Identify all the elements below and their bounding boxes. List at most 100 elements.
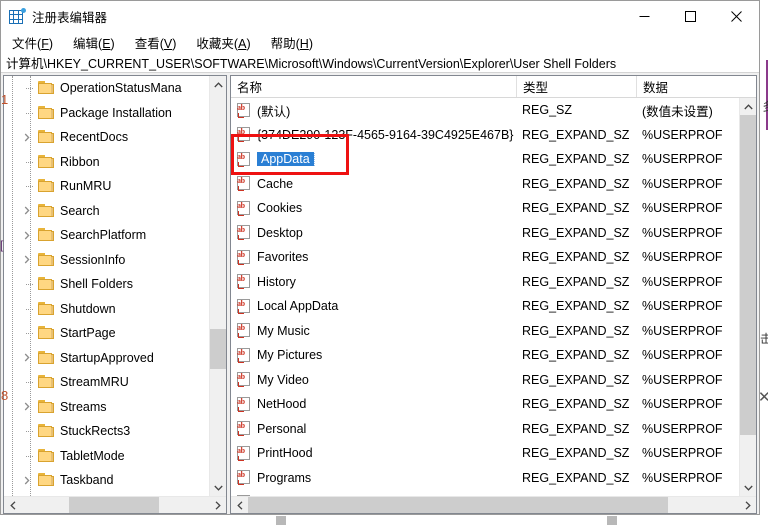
table-row[interactable]: ab{374DE290-123F-4565-9164-39C4925E467B}… <box>231 123 739 148</box>
tree-vertical-scrollbar[interactable] <box>209 76 226 496</box>
table-row[interactable]: abMy PicturesREG_EXPAND_SZ%USERPROF <box>231 343 739 368</box>
cell-value-data: %USERPROF <box>642 373 739 387</box>
tree-hscroll-track[interactable] <box>21 497 209 513</box>
address-bar[interactable]: 计算机\HKEY_CURRENT_USER\SOFTWARE\Microsoft… <box>1 53 759 73</box>
table-row[interactable]: abPersonalREG_EXPAND_SZ%USERPROF <box>231 417 739 442</box>
column-header-data[interactable]: 数据 <box>637 76 756 97</box>
tree-item-label: Search <box>60 205 100 218</box>
tree-connector-line <box>26 88 33 89</box>
tree-item-startupapproved[interactable]: StartupApproved <box>4 346 209 371</box>
chevron-right-icon[interactable] <box>22 206 32 216</box>
list-scroll-down-icon[interactable] <box>740 479 756 496</box>
tree-item-label: Shutdown <box>60 303 116 316</box>
tree-list[interactable]: OperationStatusManaPackage InstallationR… <box>4 76 209 496</box>
tree-scroll-down-icon[interactable] <box>210 479 226 496</box>
cell-value-type: REG_EXPAND_SZ <box>522 373 642 387</box>
string-value-icon: ab <box>237 152 252 167</box>
string-value-icon: ab <box>237 470 252 485</box>
tree-hscroll-thumb[interactable] <box>69 497 159 513</box>
menu-item-help[interactable]: 帮助(H) <box>268 31 322 54</box>
tree-item-searchplatform[interactable]: SearchPlatform <box>4 223 209 248</box>
chevron-right-icon[interactable] <box>22 230 32 240</box>
tree-item-recentdocs[interactable]: RecentDocs <box>4 125 209 150</box>
list-horizontal-scrollbar[interactable] <box>231 496 756 513</box>
list-vertical-scrollbar[interactable] <box>739 98 756 496</box>
value-name-text: (默认) <box>257 105 290 119</box>
tree-item-package-installation[interactable]: Package Installation <box>4 101 209 126</box>
background-fragment-right-1: 多 <box>760 100 768 112</box>
tree-item-ribbon[interactable]: Ribbon <box>4 150 209 175</box>
tree-scroll-thumb[interactable] <box>210 329 226 369</box>
registry-editor-window: 注册表编辑器 文件(F) 编辑(E) 查看(V) 收藏夹(A) 帮助(H) 计算… <box>0 0 760 515</box>
tree-item-shutdown[interactable]: Shutdown <box>4 297 209 322</box>
value-name-text: Local AppData <box>257 299 338 313</box>
table-row[interactable]: abMy MusicREG_EXPAND_SZ%USERPROF <box>231 319 739 344</box>
table-row[interactable]: abCacheREG_EXPAND_SZ%USERPROF <box>231 172 739 197</box>
tree-item-shell-folders[interactable]: Shell Folders <box>4 272 209 297</box>
table-row[interactable]: abLocal AppDataREG_EXPAND_SZ%USERPROF <box>231 294 739 319</box>
tree-item-tabletmode[interactable]: TabletMode <box>4 444 209 469</box>
tree-item-operationstatusmana[interactable]: OperationStatusMana <box>4 76 209 101</box>
table-row[interactable]: abAppDataREG_EXPAND_SZ%USERPROF <box>231 147 739 172</box>
chevron-right-icon[interactable] <box>22 353 32 363</box>
tree-item-taskband[interactable]: Taskband <box>4 468 209 493</box>
list-scroll-up-icon[interactable] <box>740 98 756 115</box>
minimize-button[interactable] <box>621 1 667 31</box>
tree-item-runmru[interactable]: RunMRU <box>4 174 209 199</box>
tree-item-search[interactable]: Search <box>4 199 209 224</box>
tree-item-startpage[interactable]: StartPage <box>4 321 209 346</box>
table-row[interactable]: abHistoryREG_EXPAND_SZ%USERPROF <box>231 270 739 295</box>
tree-connector-line <box>26 162 33 163</box>
tree-item-streammru[interactable]: StreamMRU <box>4 370 209 395</box>
tree-hscroll-left-icon[interactable] <box>4 497 21 513</box>
tree-item-streams[interactable]: Streams <box>4 395 209 420</box>
list-scroll-thumb[interactable] <box>740 115 756 435</box>
list-hscroll-left-icon[interactable] <box>231 497 248 513</box>
table-row[interactable]: abMy VideoREG_EXPAND_SZ%USERPROF <box>231 368 739 393</box>
tree-scroll-track[interactable] <box>210 93 226 479</box>
list-scroll-track[interactable] <box>740 115 756 479</box>
table-row[interactable]: abPrintHoodREG_EXPAND_SZ%USERPROF <box>231 441 739 466</box>
cell-value-data: %USERPROF <box>642 226 739 240</box>
chevron-right-icon[interactable] <box>22 402 32 412</box>
maximize-button[interactable] <box>667 1 713 31</box>
list-hscroll-right-icon[interactable] <box>739 497 756 513</box>
value-name-text: {374DE290-123F-4565-9164-39C4925E467B} <box>257 128 513 142</box>
title-bar: 注册表编辑器 <box>1 1 759 31</box>
table-row[interactable]: abCookiesREG_EXPAND_SZ%USERPROF <box>231 196 739 221</box>
cell-value-data: %USERPROF <box>642 446 739 460</box>
column-header-type[interactable]: 类型 <box>517 76 637 97</box>
table-row[interactable]: abDesktopREG_EXPAND_SZ%USERPROF <box>231 221 739 246</box>
list-hscroll-thumb[interactable] <box>248 497 668 513</box>
cell-value-type: REG_EXPAND_SZ <box>522 422 642 436</box>
table-row[interactable]: abFavoritesREG_EXPAND_SZ%USERPROF <box>231 245 739 270</box>
list-rows[interactable]: ab(默认)REG_SZ(数值未设置)ab{374DE290-123F-4565… <box>231 98 739 496</box>
tree-item-label: SearchPlatform <box>60 229 146 242</box>
tree-item-stuckrects3[interactable]: StuckRects3 <box>4 419 209 444</box>
close-button[interactable] <box>713 1 759 31</box>
table-row[interactable]: ab(默认)REG_SZ(数值未设置) <box>231 98 739 123</box>
chevron-right-icon[interactable] <box>22 132 32 142</box>
cell-value-data: %USERPROF <box>642 422 739 436</box>
column-header-name[interactable]: 名称 <box>231 76 517 97</box>
cell-value-data: %USERPROF <box>642 250 739 264</box>
value-name-text: Favorites <box>257 250 308 264</box>
cell-value-name: Local AppData <box>257 299 522 313</box>
table-row[interactable]: abNetHoodREG_EXPAND_SZ%USERPROF <box>231 392 739 417</box>
table-row[interactable]: abProgramsREG_EXPAND_SZ%USERPROF <box>231 466 739 491</box>
chevron-right-icon[interactable] <box>22 475 32 485</box>
menu-item-view[interactable]: 查看(V) <box>132 31 186 54</box>
menu-item-edit[interactable]: 编辑(E) <box>70 31 124 54</box>
cell-value-type: REG_EXPAND_SZ <box>522 348 642 362</box>
menu-item-favorites[interactable]: 收藏夹(A) <box>193 31 259 54</box>
menu-item-file[interactable]: 文件(F) <box>9 31 62 54</box>
tree-hscroll-right-icon[interactable] <box>209 497 226 513</box>
folder-icon <box>38 228 54 242</box>
chevron-right-icon[interactable] <box>22 255 32 265</box>
tree-connector-line <box>26 456 33 457</box>
string-value-icon: ab <box>237 299 252 314</box>
list-hscroll-track[interactable] <box>248 497 739 513</box>
tree-horizontal-scrollbar[interactable] <box>4 496 226 513</box>
tree-item-sessioninfo[interactable]: SessionInfo <box>4 248 209 273</box>
tree-scroll-up-icon[interactable] <box>210 76 226 93</box>
